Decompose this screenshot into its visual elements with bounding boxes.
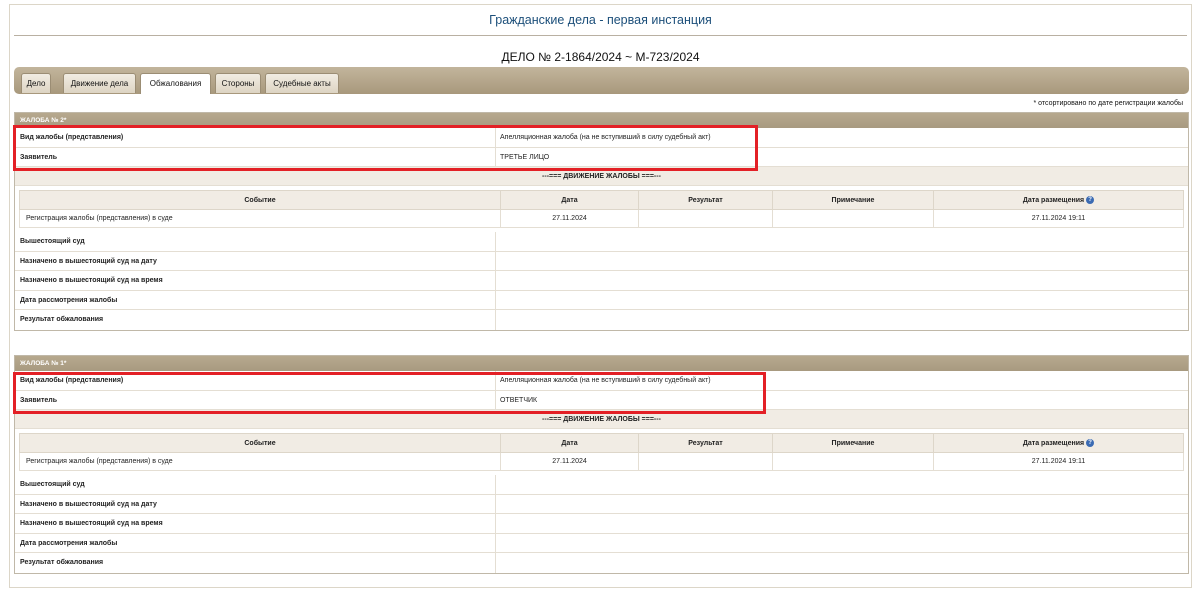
assigned-time-row: Назначено в вышестоящий суд на время xyxy=(15,271,1188,291)
review-date-label: Дата рассмотрения жалобы xyxy=(15,533,496,552)
col-result: Результат xyxy=(638,190,773,210)
page-frame: Гражданские дела - первая инстанция ДЕЛО… xyxy=(9,4,1192,588)
movement-header: ---=== ДВИЖЕНИЕ ЖАЛОБЫ ===--- xyxy=(15,410,1188,429)
complaint-type-label: Вид жалобы (представления) xyxy=(15,371,496,390)
date-cell: 27.11.2024 xyxy=(500,209,639,228)
note-cell xyxy=(772,452,934,471)
assigned-date-row: Назначено в вышестоящий суд на дату xyxy=(15,494,1188,514)
assigned-time-label: Назначено в вышестоящий суд на время xyxy=(15,514,496,533)
col-posted-label: Дата размещения xyxy=(1022,440,1085,447)
assigned-time-row: Назначено в вышестоящий суд на время xyxy=(15,514,1188,534)
higher-court-value xyxy=(496,232,1188,251)
result-label: Результат обжалования xyxy=(15,310,496,330)
table-header-row: Событие Дата Результат Примечание Дата р… xyxy=(19,433,1184,453)
review-date-row: Дата рассмотрения жалобы xyxy=(15,533,1188,553)
title-divider xyxy=(14,35,1187,36)
col-event: Событие xyxy=(19,433,501,453)
col-posted-label: Дата размещения xyxy=(1022,197,1085,204)
review-date-value xyxy=(496,291,1188,310)
result-cell xyxy=(638,452,773,471)
page-title: Гражданские дела - первая инстанция xyxy=(489,13,712,27)
help-icon[interactable]: ? xyxy=(1086,196,1095,204)
complaint-title: ЖАЛОБА № 1* xyxy=(15,356,1188,371)
tab-case-movement[interactable]: Движение дела xyxy=(63,73,136,93)
review-date-row: Дата рассмотрения жалобы xyxy=(15,290,1188,310)
applicant-row: Заявитель ОТВЕТЧИК xyxy=(15,390,1188,410)
applicant-label: Заявитель xyxy=(15,390,496,409)
result-row: Результат обжалования xyxy=(15,310,1188,330)
higher-court-label: Вышестоящий суд xyxy=(15,475,496,494)
result-row: Результат обжалования xyxy=(15,553,1188,573)
higher-court-label: Вышестоящий суд xyxy=(15,232,496,251)
table-row: Регистрация жалобы (представления) в суд… xyxy=(19,452,1184,471)
posted-cell: 27.11.2024 19:11 xyxy=(933,452,1184,471)
col-date: Дата xyxy=(500,190,639,210)
assigned-time-label: Назначено в вышестоящий суд на время xyxy=(15,271,496,290)
col-note: Примечание xyxy=(772,190,934,210)
review-date-label: Дата рассмотрения жалобы xyxy=(15,290,496,309)
event-cell: Регистрация жалобы (представления) в суд… xyxy=(19,452,501,471)
col-date: Дата xyxy=(500,433,639,453)
complaint-type-row: Вид жалобы (представления) Апелляционная… xyxy=(15,371,1188,391)
tab-appeals[interactable]: Обжалования xyxy=(140,73,211,94)
complaint-type-row: Вид жалобы (представления) Апелляционная… xyxy=(15,128,1188,148)
assigned-date-label: Назначено в вышестоящий суд на дату xyxy=(15,494,496,513)
applicant-row: Заявитель ТРЕТЬЕ ЛИЦО xyxy=(15,147,1188,167)
col-result: Результат xyxy=(638,433,773,453)
complaint-block: ЖАЛОБА № 2* Вид жалобы (представления) А… xyxy=(14,112,1189,331)
tab-case[interactable]: Дело xyxy=(21,73,51,93)
posted-cell: 27.11.2024 19:11 xyxy=(933,209,1184,228)
complaint-block: ЖАЛОБА № 1* Вид жалобы (представления) А… xyxy=(14,355,1189,574)
applicant-value: ТРЕТЬЕ ЛИЦО xyxy=(500,153,550,161)
col-note: Примечание xyxy=(772,433,934,453)
review-date-value xyxy=(496,534,1188,553)
result-label: Результат обжалования xyxy=(15,553,496,573)
assigned-date-value xyxy=(496,252,1188,271)
table-row: Регистрация жалобы (представления) в суд… xyxy=(19,209,1184,228)
complaint-title: ЖАЛОБА № 2* xyxy=(15,113,1188,128)
higher-court-row: Вышестоящий суд xyxy=(15,475,1188,495)
table-header-row: Событие Дата Результат Примечание Дата р… xyxy=(19,190,1184,210)
tab-bar: Дело Движение дела Обжалования Стороны С… xyxy=(14,67,1189,94)
col-posted: Дата размещения? xyxy=(933,433,1184,453)
note-cell xyxy=(772,209,934,228)
movement-table: Событие Дата Результат Примечание Дата р… xyxy=(19,190,1184,228)
sort-note: * отсортировано по дате регистрации жало… xyxy=(1033,100,1184,107)
movement-header: ---=== ДВИЖЕНИЕ ЖАЛОБЫ ===--- xyxy=(15,167,1188,186)
assigned-time-value xyxy=(496,271,1188,290)
higher-court-value xyxy=(496,475,1188,494)
result-value xyxy=(496,553,1188,573)
case-number: ДЕЛО № 2-1864/2024 ~ М-723/2024 xyxy=(501,50,700,64)
tab-parties[interactable]: Стороны xyxy=(215,73,261,93)
result-cell xyxy=(638,209,773,228)
complaint-type-label: Вид жалобы (представления) xyxy=(15,128,496,147)
complaint-type-value: Апелляционная жалоба (на не вступивший в… xyxy=(500,377,711,384)
event-cell: Регистрация жалобы (представления) в суд… xyxy=(19,209,501,228)
assigned-time-value xyxy=(496,514,1188,533)
movement-table: Событие Дата Результат Примечание Дата р… xyxy=(19,433,1184,471)
assigned-date-row: Назначено в вышестоящий суд на дату xyxy=(15,251,1188,271)
date-cell: 27.11.2024 xyxy=(500,452,639,471)
applicant-value: ОТВЕТЧИК xyxy=(500,396,538,404)
applicant-label: Заявитель xyxy=(15,147,496,166)
col-event: Событие xyxy=(19,190,501,210)
col-posted: Дата размещения? xyxy=(933,190,1184,210)
higher-court-row: Вышестоящий суд xyxy=(15,232,1188,252)
help-icon[interactable]: ? xyxy=(1086,439,1095,447)
result-value xyxy=(496,310,1188,330)
complaint-type-value: Апелляционная жалоба (на не вступивший в… xyxy=(500,134,711,141)
tab-court-acts[interactable]: Судебные акты xyxy=(265,73,339,93)
assigned-date-label: Назначено в вышестоящий суд на дату xyxy=(15,251,496,270)
assigned-date-value xyxy=(496,495,1188,514)
